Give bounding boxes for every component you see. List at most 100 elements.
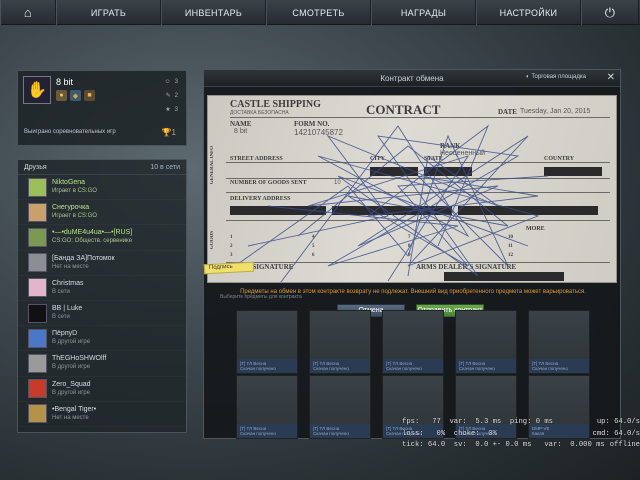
friend-row[interactable]: ThEGHoSHWOlff В другой игре	[18, 351, 186, 376]
avatar[interactable]: ✋	[23, 76, 51, 104]
netgraph-loss: loss: 0% choke: 0%	[402, 429, 497, 438]
friend-avatar	[28, 253, 47, 273]
medal-icon[interactable]: ■	[84, 90, 95, 101]
nav-awards-label: НАГРАДЫ	[400, 7, 447, 18]
friend-text: Zero_Squad В другой игре	[52, 381, 91, 397]
nav-settings[interactable]: НАСТРОЙКИ	[476, 0, 581, 25]
slot-caption: [Т] ТЛ Весна Скачан получено	[456, 359, 516, 373]
friend-name: Zero_Squad	[52, 380, 91, 388]
friend-name: •—•duME4u4ua•—•[RUS]	[52, 229, 133, 237]
power-button[interactable]: ⏻	[581, 0, 639, 25]
friend-status: Играет в CS:GO	[52, 213, 97, 220]
contract-item-slot[interactable]: [Т] ТЛ Весна Скачан получено	[382, 310, 444, 374]
netgraph-up: up: 64.0/s	[596, 418, 640, 426]
friend-avatar	[28, 177, 47, 197]
stat-value: 3	[174, 107, 178, 113]
main-menu-bar: ⌂ ИГРАТЬ ИНВЕНТАРЬ СМОТРЕТЬ НАГРАДЫ НАСТ…	[0, 0, 640, 25]
friend-name: Christmas	[52, 279, 84, 287]
nav-inventory[interactable]: ИНВЕНТАРЬ	[161, 0, 266, 25]
friend-name: NiktoGena	[52, 179, 86, 187]
friend-status: CS:GO: Обществ. сервенике	[52, 238, 133, 245]
friend-row[interactable]: •Bengal Tiger• Нет на месте	[18, 402, 186, 427]
friend-avatar	[28, 303, 47, 323]
contract-item-slot[interactable]: [Т] ТЛ Весна Скачан получено	[236, 310, 298, 374]
trophy-icon: 🏆1	[161, 128, 176, 137]
friend-row[interactable]: ПёрпуD В другой игре	[18, 326, 186, 351]
friend-status: В другой игре	[52, 389, 91, 396]
slots-label: Выберите предметы для контракта	[220, 294, 302, 300]
friend-status: В сети	[52, 314, 70, 321]
friendly-icon: ☺	[164, 79, 171, 85]
close-icon[interactable]: ✕	[607, 72, 615, 83]
market-link[interactable]: ◐ Торговая площадка	[526, 74, 586, 80]
profile-panel: ✋ 8 bit ● ◆ ■ ☺ 3 ✎ 2 ★ 3 Выиграно соревнов…	[17, 70, 187, 146]
window-title: Контракт обмена	[380, 73, 444, 83]
friend-avatar	[28, 328, 47, 348]
friends-title: Друзья	[24, 163, 47, 171]
friend-text: BB | Luke В сети	[52, 305, 82, 321]
friend-name: •Bengal Tiger•	[52, 405, 97, 413]
home-icon: ⌂	[23, 5, 33, 20]
nav-watch[interactable]: СМОТРЕТЬ	[266, 0, 371, 25]
slot-caption: [Т] ТЛ Весна Скачан получено	[310, 424, 370, 438]
netgraph-tick: tick: 64.0 sv: 0.0 +- 0.0 ms var: 0.000 …	[402, 441, 605, 449]
friend-status: В сети	[52, 288, 70, 295]
friend-status: В другой игре	[52, 364, 91, 371]
friend-status: Нет на месте	[52, 414, 89, 421]
friend-avatar	[28, 227, 47, 247]
friend-status: Нет на месте	[52, 263, 89, 270]
friend-row[interactable]: Christmas В сети	[18, 276, 186, 301]
friend-row[interactable]: •—•duME4u4ua•—•[RUS] CS:GO: Обществ. серв…	[18, 225, 186, 250]
trophy-count: 1	[171, 128, 176, 137]
contract-item-slot[interactable]: [Т] ТЛ Весна Скачан получено	[309, 375, 371, 439]
signature-scribble	[227, 124, 549, 282]
nav-inventory-label: ИНВЕНТАРЬ	[184, 7, 243, 18]
friends-panel: Друзья 10 в сети NiktoGena Играет в CS:GO…	[17, 159, 187, 433]
friend-avatar	[28, 202, 47, 222]
window-titlebar: Контракт обмена ◐ Торговая площадка ✕	[204, 70, 620, 87]
medal-icon[interactable]: ●	[56, 90, 67, 101]
friend-avatar	[28, 404, 47, 424]
nav-settings-label: НАСТРОЙКИ	[499, 7, 558, 18]
net-graph: fps: 77 var: 5.3 ms ping: 0 ms up: 64.0/s…	[402, 417, 640, 452]
slot-caption: [Т] ТЛ Весна Скачан получено	[310, 359, 370, 373]
friend-avatar	[28, 278, 47, 298]
netgraph-status: offline	[609, 441, 640, 449]
contract-item-slot[interactable]: [Т] ТЛ Весна Скачан получено	[236, 375, 298, 439]
friend-list: NiktoGena Играет в CS:GO Снегурочка Играет …	[18, 175, 186, 427]
friends-online-count: 10 в сети	[150, 163, 180, 171]
friends-header: Друзья 10 в сети	[18, 160, 186, 175]
friend-text: NiktoGena Играет в CS:GO	[52, 179, 97, 195]
friend-row[interactable]: [Банда ЗА]Потомок Нет на месте	[18, 251, 186, 276]
stat-value: 3	[174, 79, 178, 85]
profile-name[interactable]: 8 bit	[56, 77, 73, 87]
nav-play[interactable]: ИГРАТЬ	[56, 0, 161, 25]
friend-row[interactable]: NiktoGena Играет в CS:GO	[18, 175, 186, 200]
medal-icon[interactable]: ◆	[70, 90, 81, 101]
contract-item-slot[interactable]: [Т] ТЛ Весна Скачан получено	[309, 310, 371, 374]
contract-item-slot[interactable]: [Т] ТЛ Весна Скачан получено	[455, 310, 517, 374]
friend-status: В другой игре	[52, 339, 91, 346]
friend-row[interactable]: BB | Luke В сети	[18, 301, 186, 326]
friend-name: BB | Luke	[52, 305, 83, 313]
netgraph-fps: fps: 77 var: 5.3 ms ping: 0 ms	[402, 418, 553, 426]
contract-item-slot[interactable]: [Т] ТЛ Весна Скачан получено	[528, 310, 590, 374]
home-button[interactable]: ⌂	[0, 0, 56, 25]
nav-awards[interactable]: НАГРАДЫ	[371, 0, 476, 25]
friend-avatar	[28, 353, 47, 373]
friend-text: [Банда ЗА]Потомок Нет на месте	[52, 255, 115, 271]
leader-icon: ★	[165, 107, 171, 113]
slot-caption: [Т] ТЛ Весна Скачан получено	[383, 359, 443, 373]
friend-row[interactable]: Снегурочка Играет в CS:GO	[18, 200, 186, 225]
friend-text: Снегурочка Играет в CS:GO	[52, 204, 97, 220]
teacher-icon: ✎	[165, 93, 171, 99]
slot-caption: [Т] ТЛ Весна Скачан получено	[237, 424, 297, 438]
friend-text: ThEGHoSHWOlff В другой игре	[52, 355, 106, 371]
nav-play-label: ИГРАТЬ	[90, 7, 127, 18]
slot-caption: [Т] ТЛ Весна Скачан получено	[529, 359, 589, 373]
market-label: Торговая площадка	[531, 74, 586, 80]
friend-name: ПёрпуD	[52, 330, 78, 338]
friend-name: ThEGHoSHWOlff	[52, 355, 107, 363]
friend-row[interactable]: Zero_Squad В другой игре	[18, 377, 186, 402]
friend-name: [Банда ЗА]Потомок	[52, 254, 115, 262]
